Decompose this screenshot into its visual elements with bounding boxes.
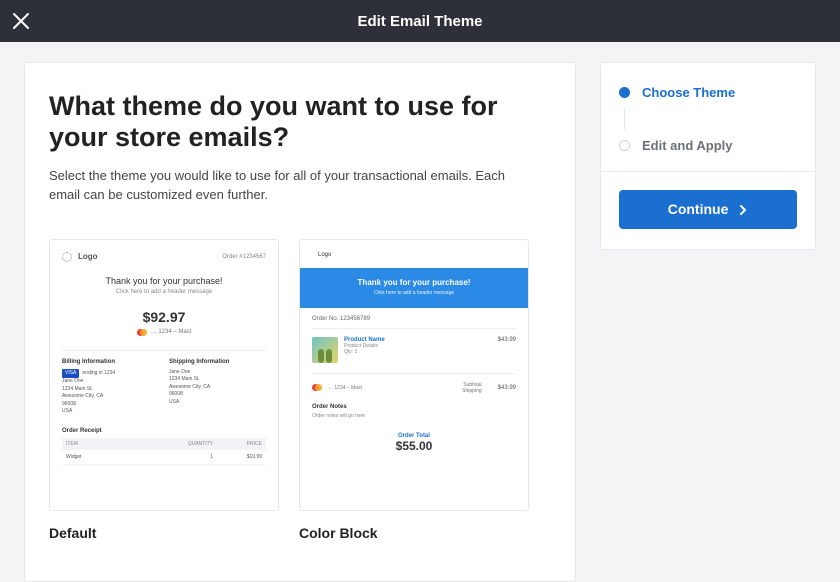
visa-ending: ending in 1234 (82, 370, 115, 376)
page-heading: What theme do you want to use for your s… (49, 91, 551, 153)
billing-addr-4: 96008 (62, 401, 159, 409)
product-image-icon (312, 337, 338, 363)
logo-placeholder-icon (62, 252, 72, 262)
preview-thank-you: Thank you for your purchase! (62, 276, 266, 286)
step-label: Edit and Apply (642, 138, 733, 153)
close-icon[interactable] (12, 12, 30, 30)
ship-addr-5: USA (169, 399, 266, 407)
step-label: Choose Theme (642, 85, 735, 100)
sidebar-divider (601, 171, 815, 172)
mastercard-icon (312, 384, 322, 391)
theme-name-default: Default (49, 525, 279, 541)
preview-order-number: Order #1234567 (222, 254, 266, 260)
preview-banner: Thank you for your purchase! Click here … (300, 268, 528, 308)
ship-addr-2: 1234 Main St. (169, 376, 266, 384)
modal-header: Edit Email Theme (0, 0, 840, 42)
banner-sub: Click here to add a header message (306, 290, 522, 296)
step-connector-icon (624, 108, 625, 130)
preview-card-last4: … 1234 – Mast (328, 385, 362, 391)
ship-addr-4: 96008 (169, 391, 266, 399)
preview-total-price: $92.97 (62, 309, 266, 325)
step-bullet-active-icon (619, 87, 630, 98)
col-price: PRICE (213, 441, 262, 447)
preview-card-last4: … 1234 – Mast (151, 329, 192, 335)
continue-button[interactable]: Continue (619, 190, 797, 229)
billing-heading: Billing Information (62, 359, 159, 365)
page-subtext: Select the theme you would like to use f… (49, 167, 529, 205)
col-qty: QUANTITY (164, 441, 213, 447)
continue-label: Continue (668, 201, 729, 217)
ship-addr-3: Awesome City, CA (169, 384, 266, 392)
mastercard-icon (137, 329, 147, 336)
step-choose-theme[interactable]: Choose Theme (619, 85, 797, 100)
ship-addr-1: Jane Doe (169, 369, 266, 377)
modal-title: Edit Email Theme (0, 13, 840, 30)
banner-title: Thank you for your purchase! (306, 278, 522, 287)
theme-option-default[interactable]: Logo Order #1234567 Thank you for your p… (49, 239, 279, 541)
theme-name-color-block: Color Block (299, 525, 529, 541)
visa-icon: VISA (62, 369, 79, 379)
order-total-value: $55.00 (312, 439, 516, 453)
theme-preview-color-block: Logo Thank you for your purchase! Click … (299, 239, 529, 511)
step-edit-apply[interactable]: Edit and Apply (619, 138, 797, 153)
main-panel: What theme do you want to use for your s… (24, 62, 576, 582)
billing-addr-1: Jane Doe (62, 378, 159, 386)
subtotal-label: Subtotal (462, 382, 481, 388)
theme-preview-default: Logo Order #1234567 Thank you for your p… (49, 239, 279, 511)
logo-label: Logo (78, 252, 98, 261)
product-qty: Qty: 1 (344, 349, 492, 355)
order-receipt-heading: Order Receipt (62, 428, 266, 434)
row-item: Widget (66, 454, 164, 460)
shipping-label: Shipping (462, 388, 481, 394)
shipping-heading: Shipping Information (169, 359, 266, 365)
billing-addr-3: Awesome City, CA (62, 393, 159, 401)
preview-order-number: Order No. 123456789 (312, 316, 516, 329)
col-item: ITEM (66, 441, 164, 447)
logo-label: Logo (318, 252, 331, 258)
row-price: $10.99 (213, 454, 262, 460)
order-notes-heading: Order Notes (312, 404, 516, 410)
order-notes-text: Order notes will go here (312, 413, 516, 419)
billing-addr-5: USA (62, 408, 159, 416)
billing-addr-2: 1234 Main St. (62, 386, 159, 394)
subtotal-value: $43.99 (498, 385, 516, 391)
theme-option-color-block[interactable]: Logo Thank you for your purchase! Click … (299, 239, 529, 541)
product-price: $43.99 (498, 337, 516, 343)
step-bullet-inactive-icon (619, 140, 630, 151)
chevron-right-icon (738, 202, 748, 218)
preview-header-msg: Click here to add a header message (62, 289, 266, 295)
sidebar-panel: Choose Theme Edit and Apply Continue (600, 62, 816, 250)
row-qty: 1 (164, 454, 213, 460)
